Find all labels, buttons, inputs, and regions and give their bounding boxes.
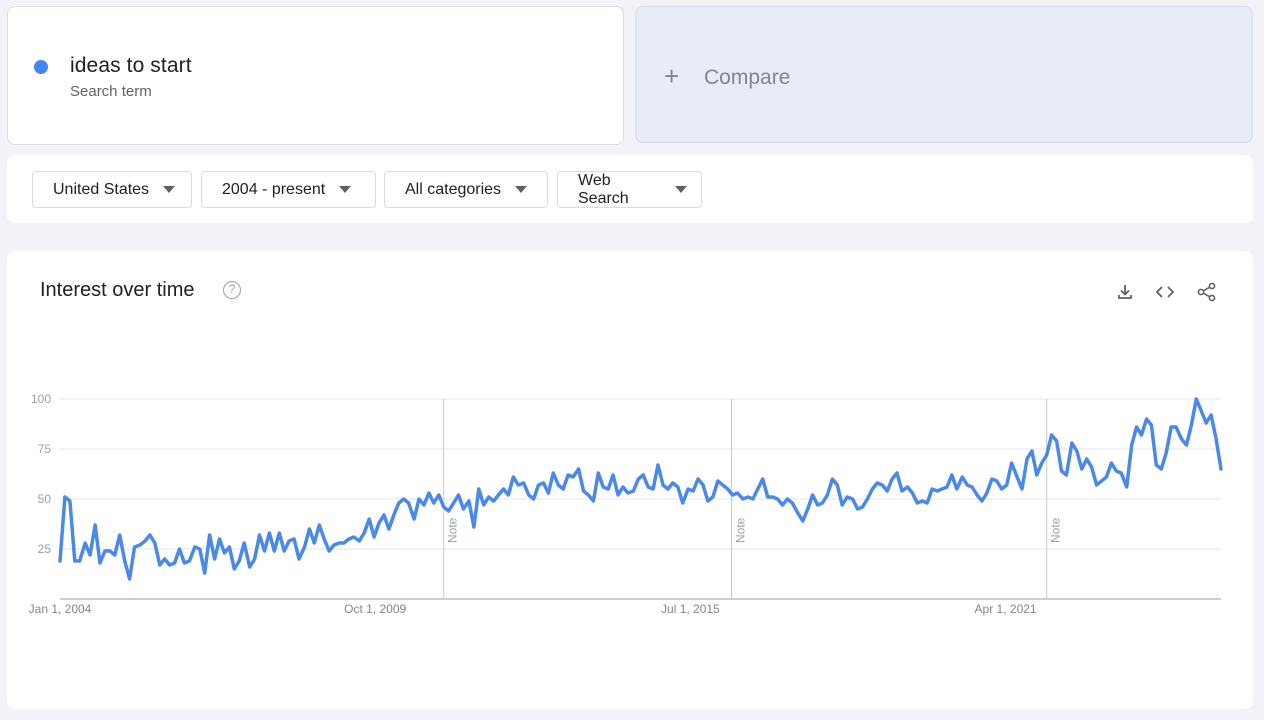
download-icon[interactable]: [1112, 279, 1138, 305]
region-filter-label: United States: [53, 180, 150, 198]
search-type-filter[interactable]: Web Search: [557, 171, 702, 208]
compare-label: Compare: [704, 66, 791, 89]
note-label: Note: [446, 517, 460, 543]
interest-title: Interest over time: [40, 279, 195, 301]
x-tick-label: Jul 1, 2015: [661, 602, 720, 616]
time-range-filter-label: 2004 - present: [222, 180, 326, 198]
filter-bar: United States 2004 - present All categor…: [7, 155, 1253, 223]
embed-icon[interactable]: [1152, 279, 1178, 305]
caret-down-icon: [163, 186, 176, 193]
series-color-dot: [34, 60, 48, 74]
plus-icon: +: [664, 61, 680, 91]
interest-chart[interactable]: 25 50 75 100 Jan 1, 2004 Oct 1, 2009 Jul 1, 20…: [7, 251, 1253, 709]
caret-down-icon: [675, 186, 687, 193]
search-term-name[interactable]: ideas to start: [70, 54, 192, 78]
caret-down-icon: [515, 186, 528, 193]
category-filter[interactable]: All categories: [384, 171, 548, 208]
help-icon[interactable]: ?: [223, 281, 241, 299]
caret-down-icon: [339, 186, 352, 193]
category-filter-label: All categories: [405, 180, 502, 198]
y-tick-label: 75: [38, 442, 52, 456]
search-term-subtitle: Search term: [70, 83, 152, 100]
interest-over-time-card: 25 50 75 100 Jan 1, 2004 Oct 1, 2009 Jul 1, 20…: [7, 251, 1253, 709]
note-label: Note: [1049, 517, 1063, 543]
x-tick-label: Jan 1, 2004: [29, 602, 92, 616]
time-range-filter[interactable]: 2004 - present: [201, 171, 376, 208]
x-tick-label: Oct 1, 2009: [344, 602, 406, 616]
y-tick-label: 25: [38, 542, 52, 556]
share-icon[interactable]: [1194, 279, 1220, 305]
region-filter[interactable]: United States: [32, 171, 192, 208]
compare-card[interactable]: + Compare: [635, 6, 1253, 143]
note-label: Note: [733, 517, 747, 543]
y-tick-label: 100: [31, 392, 51, 406]
y-tick-label: 50: [38, 492, 52, 506]
search-term-card[interactable]: ideas to start Search term: [7, 6, 624, 145]
x-tick-label: Apr 1, 2021: [975, 602, 1037, 616]
search-type-filter-label: Web Search: [578, 171, 629, 207]
